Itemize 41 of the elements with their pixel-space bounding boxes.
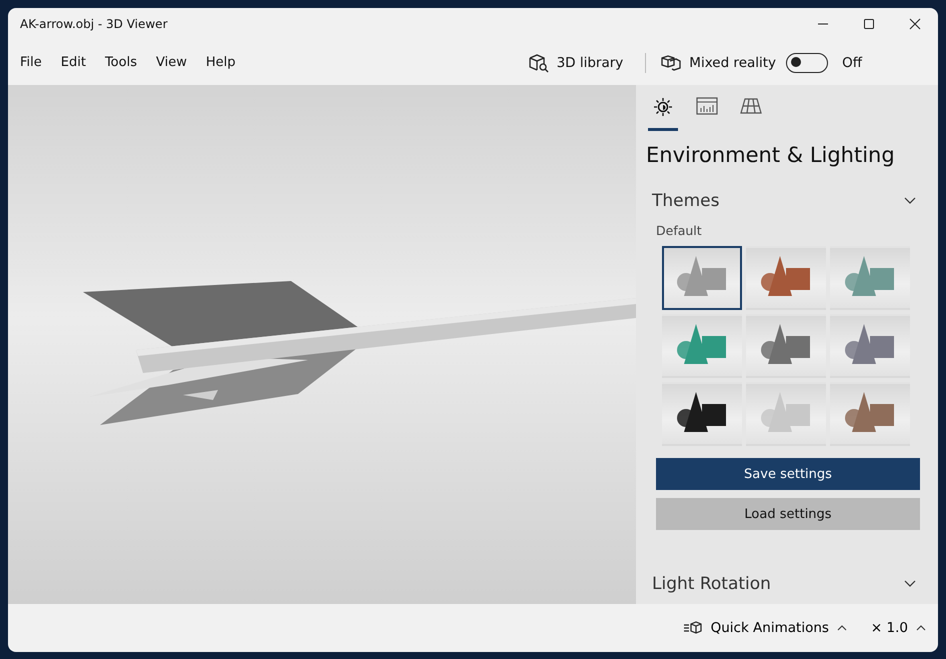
chevron-icon <box>904 197 916 205</box>
lighting-tab[interactable] <box>648 95 678 131</box>
theme-thumbnail[interactable] <box>830 382 910 446</box>
3d-viewport[interactable] <box>8 85 636 604</box>
quick-animations-button[interactable]: Quick Animations <box>682 620 847 636</box>
theme-thumbnail[interactable] <box>746 246 826 310</box>
sun-icon <box>653 97 673 117</box>
theme-thumbnail[interactable] <box>662 314 742 378</box>
menu-item[interactable]: View <box>148 51 195 74</box>
light-rotation-section-header[interactable]: Light Rotation <box>648 562 926 604</box>
theme-thumbnail[interactable] <box>830 314 910 378</box>
window-title: AK-arrow.obj - 3D Viewer <box>20 17 168 31</box>
theme-thumbnail[interactable] <box>746 314 826 378</box>
mixed-reality-button[interactable]: Mixed reality <box>660 52 776 72</box>
close-icon <box>909 18 921 30</box>
panel-title: Environment & Lighting <box>646 143 896 167</box>
load-settings-button[interactable]: Load settings <box>656 498 920 530</box>
theme-thumbnail[interactable] <box>662 382 742 446</box>
save-settings-button[interactable]: Save settings <box>656 458 920 490</box>
theme-thumbnail[interactable] <box>746 382 826 446</box>
toggle-state-label: Off <box>842 54 862 70</box>
cubes-icon <box>660 52 682 72</box>
theme-thumbnail[interactable] <box>662 246 742 310</box>
theme-thumbnail[interactable] <box>830 246 910 310</box>
caret-icon <box>836 625 847 631</box>
theme-group-label: Default <box>655 223 703 238</box>
cube-search-icon <box>528 52 550 72</box>
bar-chart-icon <box>696 97 718 115</box>
maximize-icon <box>863 18 875 30</box>
menu-item[interactable]: Edit <box>52 51 94 74</box>
menu-item[interactable]: Tools <box>96 51 145 74</box>
speed-button[interactable]: × 1.0 <box>870 620 926 636</box>
themes-section-header[interactable]: Themes <box>648 179 926 223</box>
menu-item[interactable]: File <box>12 51 50 74</box>
grid-icon <box>740 97 762 115</box>
menu-item[interactable]: Help <box>198 51 244 74</box>
3d-library-button[interactable]: 3D library <box>528 52 624 72</box>
mixed-reality-toggle[interactable] <box>786 52 828 72</box>
chevron-icon <box>904 580 916 588</box>
caret-icon <box>916 625 926 631</box>
animation-cube-icon <box>682 620 703 636</box>
